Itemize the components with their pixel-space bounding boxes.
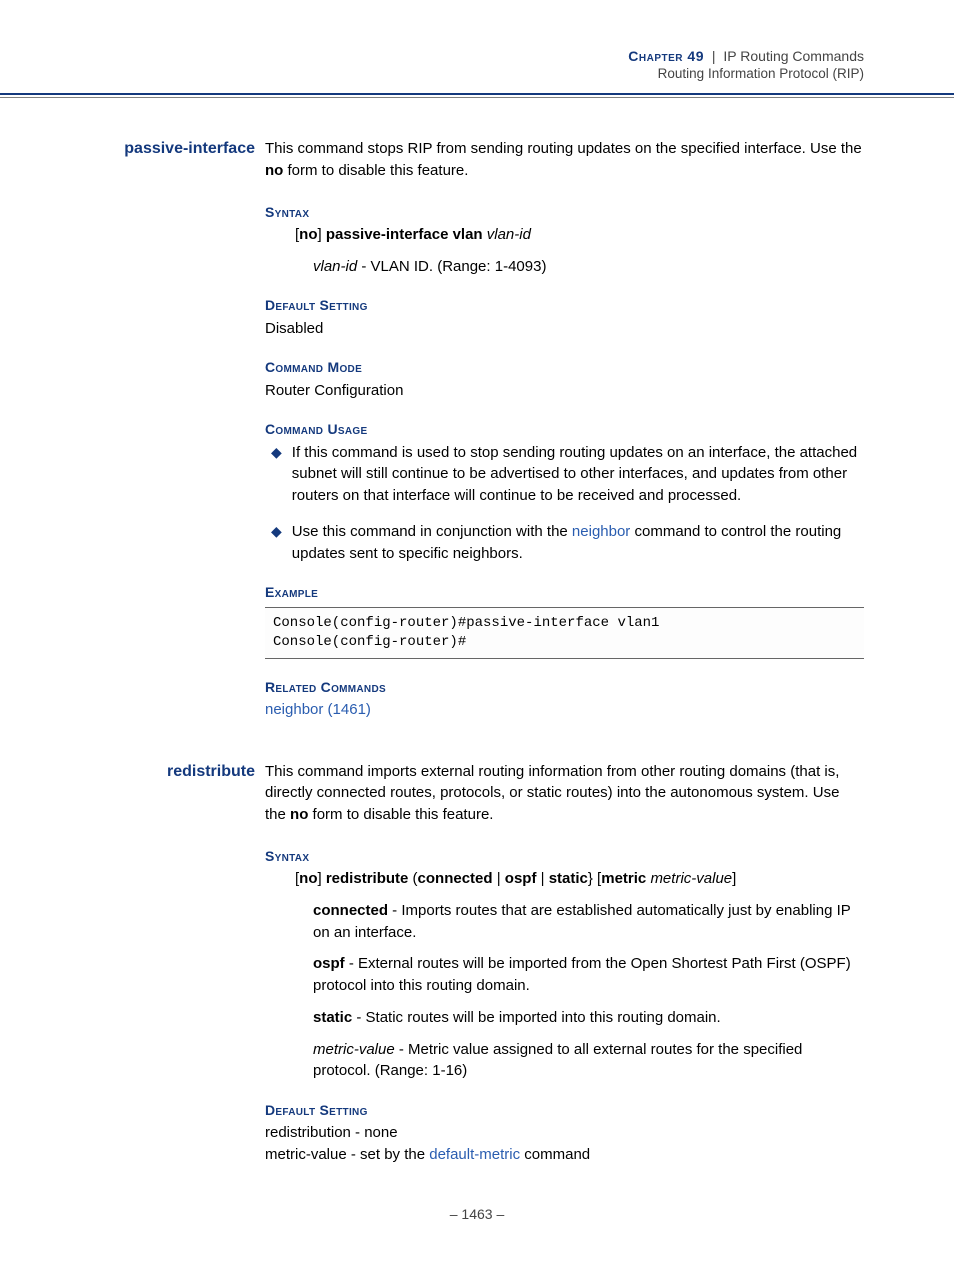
syntax-heading: Syntax <box>265 202 864 222</box>
usage-bullet: ◆ If this command is used to stop sendin… <box>271 442 864 507</box>
command-name: redistribute <box>90 761 265 783</box>
command-description: This command imports external routing in… <box>265 761 864 826</box>
param-static: static - Static routes will be imported … <box>313 1007 864 1029</box>
default-setting-heading: Default Setting <box>265 1100 864 1120</box>
diamond-icon: ◆ <box>271 442 282 507</box>
syntax-line: [no] redistribute (connected | ospf | st… <box>295 868 864 890</box>
header-rule-primary <box>0 93 954 95</box>
usage-bullet: ◆ Use this command in conjunction with t… <box>271 521 864 565</box>
default-redistribution: redistribution - none <box>265 1122 864 1144</box>
command-description: This command stops RIP from sending rout… <box>265 138 864 182</box>
command-section-redistribute: redistribute This command imports extern… <box>90 761 864 1166</box>
command-usage-heading: Command Usage <box>265 419 864 439</box>
chapter-number: Chapter 49 <box>628 48 704 64</box>
example-heading: Example <box>265 582 864 602</box>
separator: | <box>712 48 716 64</box>
default-metric-value: metric-value - set by the default-metric… <box>265 1144 864 1166</box>
chapter-title: IP Routing Commands <box>723 48 864 64</box>
neighbor-link[interactable]: neighbor <box>572 523 630 540</box>
related-commands-heading: Related Commands <box>265 677 864 697</box>
command-section-passive-interface: passive-interface This command stops RIP… <box>90 138 864 721</box>
default-setting-value: Disabled <box>265 318 864 340</box>
param-metric-value: metric-value - Metric value assigned to … <box>313 1039 864 1083</box>
page-number: – 1463 – <box>90 1206 864 1222</box>
command-mode-heading: Command Mode <box>265 357 864 377</box>
param-description: vlan-id - VLAN ID. (Range: 1-4093) <box>313 256 864 278</box>
diamond-icon: ◆ <box>271 521 282 565</box>
syntax-heading: Syntax <box>265 846 864 866</box>
section-title: Routing Information Protocol (RIP) <box>90 66 864 81</box>
default-metric-link[interactable]: default-metric <box>429 1146 520 1163</box>
param-connected: connected - Imports routes that are esta… <box>313 900 864 944</box>
related-link-neighbor[interactable]: neighbor (1461) <box>265 701 371 718</box>
param-ospf: ospf - External routes will be imported … <box>313 953 864 997</box>
syntax-line: [no] passive-interface vlan vlan-id <box>295 224 864 246</box>
default-setting-heading: Default Setting <box>265 295 864 315</box>
example-code: Console(config-router)#passive-interface… <box>265 607 864 659</box>
command-name: passive-interface <box>90 138 265 160</box>
command-mode-value: Router Configuration <box>265 380 864 402</box>
page-header: Chapter 49 | IP Routing Commands Routing… <box>0 0 954 93</box>
